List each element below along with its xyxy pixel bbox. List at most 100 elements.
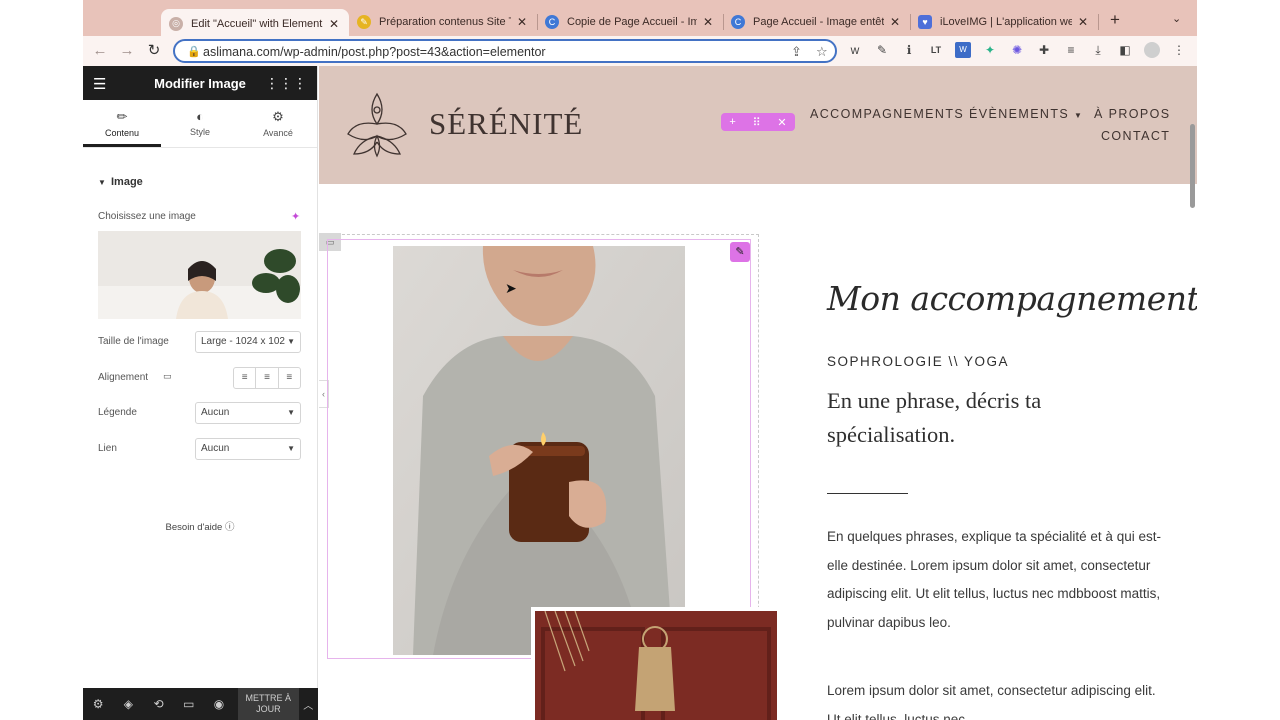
share-icon[interactable]: ⇪ xyxy=(791,44,802,60)
browser-toolbar: ← → ↻ 🔒 aslimana.com/wp-admin/post.php?p… xyxy=(83,36,1197,66)
info-extension-icon[interactable]: ℹ xyxy=(901,42,917,58)
doc-favicon-icon: ✎ xyxy=(357,15,371,29)
section-title-image[interactable]: Image xyxy=(111,176,143,188)
divider xyxy=(827,493,908,494)
reading-list-icon[interactable]: ≡ xyxy=(1063,42,1079,58)
tab-search-chevron-icon[interactable]: ⌄ xyxy=(1172,12,1181,25)
address-bar[interactable]: 🔒 aslimana.com/wp-admin/post.php?post=43… xyxy=(173,39,837,63)
languagetool-extension-icon[interactable]: LT xyxy=(928,42,944,58)
close-tab-icon[interactable]: ✕ xyxy=(701,15,715,29)
body-paragraph[interactable]: Lorem ipsum dolor sit amet, consectetur … xyxy=(827,677,1162,720)
new-tab-button[interactable]: + xyxy=(1105,10,1125,30)
close-tab-icon[interactable]: ✕ xyxy=(327,17,341,31)
align-right-icon[interactable]: ≡ xyxy=(279,368,300,388)
settings-icon[interactable]: ⚙ xyxy=(83,697,113,711)
close-tab-icon[interactable]: ✕ xyxy=(888,15,902,29)
tab-separator xyxy=(1098,14,1099,30)
body-paragraph[interactable]: En quelques phrases, explique ta spécial… xyxy=(827,523,1162,637)
dropdown-arrow-icon: ▼ xyxy=(287,408,295,417)
lock-icon: 🔒 xyxy=(187,46,201,58)
url-text[interactable]: aslimana.com/wp-admin/post.php?post=43&a… xyxy=(203,45,546,59)
menu-item-accompagnements[interactable]: ACCOMPAGNEMENTS xyxy=(810,107,964,121)
elementor-panel: ☰ Modifier Image ⋮⋮⋮ ✏ Contenu ◐ Style ⚙… xyxy=(83,66,318,720)
page-preview: SÉRÉNITÉ ACCOMPAGNEMENTS ÉVÈNEMENTS ▼ À … xyxy=(319,66,1197,720)
desktop-icon[interactable]: ▭ xyxy=(163,371,172,382)
ai-sparkle-icon[interactable]: ✦ xyxy=(291,210,300,223)
secondary-photo-door[interactable] xyxy=(531,607,781,720)
panel-tabs: ✏ Contenu ◐ Style ⚙ Avancé xyxy=(83,100,317,148)
align-center-icon[interactable]: ≡ xyxy=(256,368,279,388)
navigator-layers-icon[interactable]: ◈ xyxy=(113,697,143,711)
image-size-select[interactable]: Large - 1024 x 102 ▼ xyxy=(195,331,301,353)
gear-icon: ⚙ xyxy=(272,109,284,124)
pencil-icon: ✏ xyxy=(116,109,128,124)
alignment-label: Alignement xyxy=(98,372,149,383)
update-button[interactable]: METTRE À JOUR xyxy=(238,688,299,720)
extensions-puzzle-icon[interactable]: ✚ xyxy=(1036,42,1052,58)
dropdown-arrow-icon: ▼ xyxy=(287,337,295,346)
preview-scrollbar[interactable] xyxy=(1190,124,1195,208)
delete-section-icon[interactable]: ✕ xyxy=(777,116,786,129)
caption-select[interactable]: Aucun ▼ xyxy=(195,402,301,424)
web-extension-icon[interactable]: W xyxy=(955,42,971,58)
alignment-buttons: ≡ ≡ ≡ xyxy=(233,367,301,389)
green-extension-icon[interactable]: ✦ xyxy=(982,42,998,58)
browser-window: ◎ Edit "Accueil" with Element ✕ ✎ Prépar… xyxy=(83,0,1197,720)
align-left-icon[interactable]: ≡ xyxy=(234,368,257,388)
question-circle-icon: ⓘ xyxy=(224,522,235,533)
download-icon[interactable]: ⤓ xyxy=(1090,42,1106,58)
color-picker-extension-icon[interactable]: ✎ xyxy=(874,42,890,58)
image-thumbnail[interactable] xyxy=(98,231,301,319)
tab-edit-accueil[interactable]: ◎ Edit "Accueil" with Element ✕ xyxy=(161,9,349,38)
add-section-icon[interactable]: + xyxy=(729,116,735,128)
drag-handle-icon[interactable]: ⠿ xyxy=(753,116,761,129)
site-header: SÉRÉNITÉ ACCOMPAGNEMENTS ÉVÈNEMENTS ▼ À … xyxy=(319,66,1197,184)
back-icon[interactable]: ← xyxy=(90,41,110,61)
menu-item-contact[interactable]: CONTACT xyxy=(1101,129,1170,143)
forward-icon[interactable]: → xyxy=(117,41,137,61)
close-tab-icon[interactable]: ✕ xyxy=(1076,15,1090,29)
tab-content[interactable]: ✏ Contenu xyxy=(83,100,161,147)
tab-iloveimg[interactable]: ♥ iLoveIMG | L'application we ✕ xyxy=(910,9,1098,35)
site-logo-text[interactable]: SÉRÉNITÉ xyxy=(429,106,583,142)
tab-preparation-contenus[interactable]: ✎ Préparation contenus Site T ✕ xyxy=(349,9,537,35)
menu-item-evenements[interactable]: ÉVÈNEMENTS ▼ xyxy=(969,107,1083,121)
gear-extension-icon[interactable]: ✺ xyxy=(1009,42,1025,58)
section-subtitle[interactable]: SOPHROLOGIE \\ YOGA xyxy=(827,354,1009,369)
side-panel-icon[interactable]: ◧ xyxy=(1117,42,1133,58)
chevron-up-icon[interactable]: ︿ xyxy=(299,697,319,712)
main-photo-candle[interactable] xyxy=(393,246,685,655)
caret-down-icon[interactable]: ▼ xyxy=(98,178,106,187)
edit-widget-pencil-icon[interactable]: ✎ xyxy=(730,242,750,262)
section-edit-handle: + ⠿ ✕ xyxy=(721,113,795,131)
wordtune-extension-icon[interactable]: w xyxy=(847,42,863,58)
responsive-mode-icon[interactable]: ▭ xyxy=(174,697,204,711)
preview-eye-icon[interactable]: ◉ xyxy=(204,697,234,711)
menu-item-a-propos[interactable]: À PROPOS xyxy=(1094,107,1171,121)
help-link[interactable]: Besoin d'aide ⓘ xyxy=(83,519,317,533)
reload-icon[interactable]: ↻ xyxy=(144,41,164,61)
elementor-favicon-icon: ◎ xyxy=(169,16,183,31)
script-heading[interactable]: Mon accompagnement xyxy=(827,279,1197,318)
contrast-icon: ◐ xyxy=(196,109,204,124)
tab-copie-page-accueil[interactable]: C Copie de Page Accueil - Ima ✕ xyxy=(537,9,723,35)
browser-menu-icon[interactable]: ⋮ xyxy=(1171,42,1187,58)
tab-strip: ◎ Edit "Accueil" with Element ✕ ✎ Prépar… xyxy=(83,0,1197,38)
mouse-cursor-icon: ➤ xyxy=(505,280,517,296)
caption-label: Légende xyxy=(98,407,137,418)
profile-avatar[interactable] xyxy=(1144,42,1160,58)
lotus-logo-icon xyxy=(347,92,407,158)
history-icon[interactable]: ⟲ xyxy=(143,697,173,711)
bookmark-star-icon[interactable]: ☆ xyxy=(816,44,828,60)
lead-heading[interactable]: En une phrase, décris ta spécialisation. xyxy=(827,384,1157,452)
choose-image-label: Choisissez une image xyxy=(98,211,196,222)
tab-advanced[interactable]: ⚙ Avancé xyxy=(239,100,317,147)
link-select[interactable]: Aucun ▼ xyxy=(195,438,301,460)
panel-header: ☰ Modifier Image ⋮⋮⋮ xyxy=(83,66,317,100)
tab-style[interactable]: ◐ Style xyxy=(161,100,239,147)
link-label: Lien xyxy=(98,443,117,454)
close-tab-icon[interactable]: ✕ xyxy=(515,15,529,29)
tab-page-accueil-image[interactable]: C Page Accueil - Image entête ✕ xyxy=(723,9,910,35)
panel-footer: ⚙ ◈ ⟲ ▭ ◉ METTRE À JOUR ︿ xyxy=(83,688,318,720)
widgets-grid-icon[interactable]: ⋮⋮⋮ xyxy=(265,75,307,92)
